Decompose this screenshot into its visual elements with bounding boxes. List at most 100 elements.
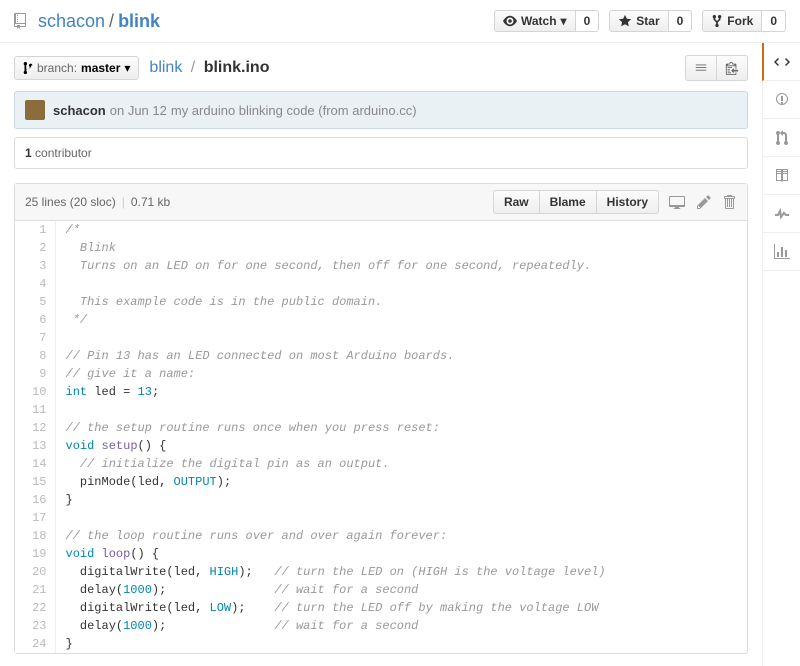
code-line: This example code is in the public domai… bbox=[55, 293, 747, 311]
code-line: // give it a name: bbox=[55, 365, 747, 383]
pencil-icon[interactable] bbox=[695, 192, 713, 212]
line-number[interactable]: 3 bbox=[15, 257, 55, 275]
file-stats: 25 lines (20 sloc) | 0.71 kb bbox=[25, 195, 170, 209]
fork-icon bbox=[711, 14, 723, 28]
code-line bbox=[55, 329, 747, 347]
nav-pulls[interactable] bbox=[763, 119, 800, 157]
line-number[interactable]: 11 bbox=[15, 401, 55, 419]
line-number[interactable]: 9 bbox=[15, 365, 55, 383]
line-number[interactable]: 16 bbox=[15, 491, 55, 509]
eye-icon bbox=[503, 14, 517, 28]
fork-button[interactable]: Fork bbox=[702, 10, 762, 32]
code-line: digitalWrite(led, LOW); // turn the LED … bbox=[55, 599, 747, 617]
line-number[interactable]: 22 bbox=[15, 599, 55, 617]
code-line: delay(1000); // wait for a second bbox=[55, 581, 747, 599]
line-number[interactable]: 1 bbox=[15, 221, 55, 239]
line-number[interactable]: 6 bbox=[15, 311, 55, 329]
nav-issues[interactable] bbox=[763, 81, 800, 119]
repo-name-link[interactable]: blink bbox=[118, 11, 160, 32]
line-number[interactable]: 10 bbox=[15, 383, 55, 401]
line-number[interactable]: 20 bbox=[15, 563, 55, 581]
line-number[interactable]: 21 bbox=[15, 581, 55, 599]
line-number[interactable]: 13 bbox=[15, 437, 55, 455]
code-view: 1/*2 Blink3 Turns on an LED on for one s… bbox=[15, 221, 747, 653]
contributors-box: 1 contributor bbox=[14, 137, 748, 169]
line-number[interactable]: 15 bbox=[15, 473, 55, 491]
pull-icon bbox=[776, 130, 788, 146]
commit-author[interactable]: schacon bbox=[53, 103, 106, 118]
nav-pulse[interactable] bbox=[763, 195, 800, 233]
code-line: delay(1000); // wait for a second bbox=[55, 617, 747, 635]
breadcrumb: blink / blink.ino bbox=[149, 59, 269, 77]
pulse-icon bbox=[775, 206, 789, 222]
desktop-icon[interactable] bbox=[667, 192, 687, 212]
commit-date: on Jun 12 bbox=[110, 103, 167, 118]
clipboard-icon bbox=[725, 61, 739, 75]
list-view-button[interactable] bbox=[685, 55, 717, 81]
line-number[interactable]: 24 bbox=[15, 635, 55, 653]
raw-button[interactable]: Raw bbox=[493, 190, 540, 214]
avatar[interactable] bbox=[25, 100, 45, 120]
code-line: int led = 13; bbox=[55, 383, 747, 401]
history-button[interactable]: History bbox=[597, 190, 659, 214]
watch-button[interactable]: Watch ▾ bbox=[494, 10, 576, 32]
code-line: } bbox=[55, 635, 747, 653]
line-number[interactable]: 7 bbox=[15, 329, 55, 347]
line-number[interactable]: 5 bbox=[15, 293, 55, 311]
code-line bbox=[55, 401, 747, 419]
social-actions: Watch ▾ 0 Star 0 Fork 0 bbox=[484, 10, 786, 32]
nav-wiki[interactable] bbox=[763, 157, 800, 195]
code-line: // the loop routine runs over and over a… bbox=[55, 527, 747, 545]
line-number[interactable]: 14 bbox=[15, 455, 55, 473]
code-line: void loop() { bbox=[55, 545, 747, 563]
separator: / bbox=[109, 11, 114, 32]
nav-graphs[interactable] bbox=[763, 233, 800, 271]
code-line: /* bbox=[55, 221, 747, 239]
code-line: Turns on an LED on for one second, then … bbox=[55, 257, 747, 275]
line-number[interactable]: 19 bbox=[15, 545, 55, 563]
code-icon bbox=[774, 54, 790, 70]
code-line: } bbox=[55, 491, 747, 509]
breadcrumb-root[interactable]: blink bbox=[149, 59, 182, 76]
book-icon bbox=[774, 168, 790, 184]
star-count[interactable]: 0 bbox=[669, 10, 693, 32]
commit-message: my arduino blinking code (from arduino.c… bbox=[171, 103, 417, 118]
line-number[interactable]: 23 bbox=[15, 617, 55, 635]
repo-title: schacon / blink bbox=[14, 11, 160, 32]
code-line bbox=[55, 275, 747, 293]
code-line: Blink bbox=[55, 239, 747, 257]
caret-down-icon: ▾ bbox=[561, 14, 567, 28]
star-button[interactable]: Star bbox=[609, 10, 668, 32]
repo-owner-link[interactable]: schacon bbox=[38, 11, 105, 32]
star-icon bbox=[618, 14, 632, 28]
trash-icon[interactable] bbox=[721, 192, 737, 212]
code-line: pinMode(led, OUTPUT); bbox=[55, 473, 747, 491]
nav-code[interactable] bbox=[762, 43, 800, 81]
right-sidebar bbox=[762, 43, 800, 666]
file-viewer: 25 lines (20 sloc) | 0.71 kb Raw Blame H… bbox=[14, 183, 748, 654]
caret-down-icon: ▾ bbox=[124, 61, 130, 75]
code-line: void setup() { bbox=[55, 437, 747, 455]
line-number[interactable]: 8 bbox=[15, 347, 55, 365]
code-line: */ bbox=[55, 311, 747, 329]
line-number[interactable]: 4 bbox=[15, 275, 55, 293]
fork-count[interactable]: 0 bbox=[762, 10, 786, 32]
code-line: // Pin 13 has an LED connected on most A… bbox=[55, 347, 747, 365]
code-line: // the setup routine runs once when you … bbox=[55, 419, 747, 437]
line-number[interactable]: 2 bbox=[15, 239, 55, 257]
line-number[interactable]: 12 bbox=[15, 419, 55, 437]
repo-icon bbox=[14, 13, 30, 29]
code-line: digitalWrite(led, HIGH); // turn the LED… bbox=[55, 563, 747, 581]
copy-path-button[interactable] bbox=[717, 55, 748, 81]
commit-info: schacon on Jun 12 my arduino blinking co… bbox=[14, 91, 748, 129]
code-line: // initialize the digital pin as an outp… bbox=[55, 455, 747, 473]
line-number[interactable]: 18 bbox=[15, 527, 55, 545]
branch-icon bbox=[23, 61, 33, 75]
line-number[interactable]: 17 bbox=[15, 509, 55, 527]
graph-icon bbox=[774, 244, 790, 260]
blame-button[interactable]: Blame bbox=[540, 190, 597, 214]
breadcrumb-file: blink.ino bbox=[204, 59, 270, 76]
branch-selector[interactable]: branch: master ▾ bbox=[14, 56, 139, 80]
watch-count[interactable]: 0 bbox=[576, 10, 600, 32]
list-icon bbox=[694, 61, 708, 75]
